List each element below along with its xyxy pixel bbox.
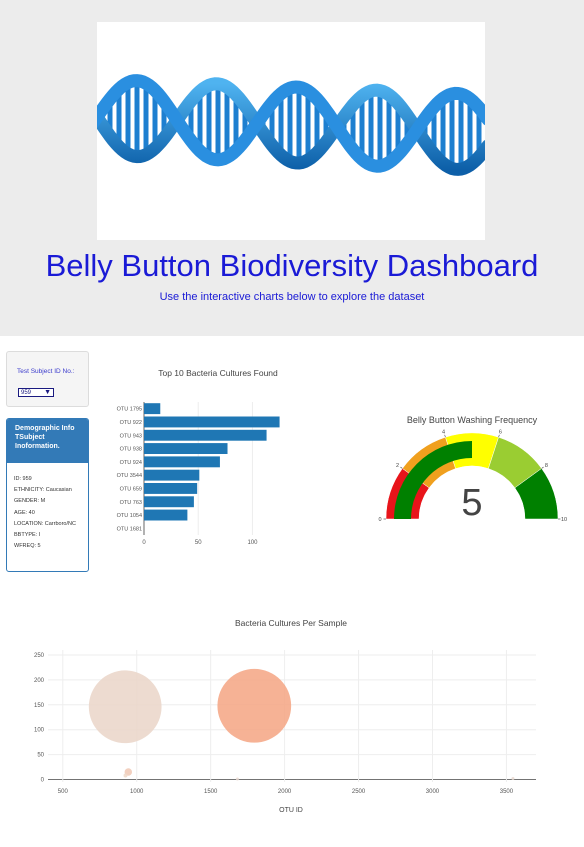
page-title: Belly Button Biodiversity Dashboard <box>45 248 539 283</box>
bar-category-label: OTU 659 <box>120 486 142 492</box>
bar-category-label: OTU 924 <box>120 460 142 466</box>
chevron-down-icon: ▼ <box>44 389 51 396</box>
bar-category-label: OTU 1054 <box>117 513 142 519</box>
bubble-xtick-label: 500 <box>58 789 69 795</box>
bar-rect <box>144 496 194 508</box>
bar-category-label: OTU 943 <box>120 433 142 439</box>
bubble-ytick-label: 50 <box>37 753 44 759</box>
bar-category-label: OTU 763 <box>120 500 142 506</box>
header-jumbotron: Belly Button Biodiversity Dashboard Use … <box>0 0 584 336</box>
bubble-chart: Bacteria Cultures Per Sample OTU ID 0 50 1… <box>34 618 536 814</box>
bubble-xtick-label: 3000 <box>426 789 440 795</box>
bubble-xtick-label: 2500 <box>352 789 366 795</box>
dna-helix-icon <box>97 74 485 176</box>
gauge-tick-label: 8 <box>545 463 548 469</box>
bar-rect <box>144 509 188 521</box>
dna-image <box>97 22 485 240</box>
bar-rect <box>144 456 220 468</box>
demographic-panel-body: ID: 959 ETHNICITY: Caucasian GENDER: M A… <box>14 476 88 554</box>
bubble-ytick-label: 0 <box>41 778 45 784</box>
gauge-tick-mark <box>444 434 446 438</box>
demo-line-ethnicity: ETHNICITY: Caucasian <box>14 487 72 494</box>
gauge-tick-label: 4 <box>442 430 445 436</box>
bar-rect <box>144 429 267 441</box>
gauge-tick-mark <box>541 466 544 469</box>
demographic-info-panel: Demographic Info TSubject Inoformation. … <box>6 418 89 572</box>
bar-xtick-label: 100 <box>247 540 258 546</box>
gauge-value-label: 5 <box>461 482 482 524</box>
bar-category-label: OTU 938 <box>120 447 142 453</box>
subject-select-panel: Test Subject ID No.: 959 ▼ <box>6 351 89 407</box>
bubble-ytick-label: 150 <box>34 703 45 709</box>
select-label: Test Subject ID No.: <box>17 368 75 375</box>
demo-line-bbtype: BBTYPE: I <box>14 531 41 538</box>
demo-line-age: AGE: 40 <box>14 509 35 516</box>
bubble-xtick-label: 1500 <box>204 789 218 795</box>
bubble-xtick-label: 3500 <box>500 789 514 795</box>
bar-category-label: OTU 1681 <box>117 526 142 532</box>
bar-rect <box>144 443 228 454</box>
bubble-point <box>123 773 128 778</box>
washing-frequency-gauge: Belly Button Washing Frequency 0 2 4 6 8 10 5 <box>378 415 567 524</box>
selected-subject-id: 959 <box>21 390 32 396</box>
demo-line-location: LOCATION: Carrboro/NC <box>14 520 76 527</box>
bubble-ytick-label: 250 <box>34 653 45 659</box>
bubble-point <box>235 777 239 781</box>
gauge-tick-label: 10 <box>561 517 567 523</box>
gauge-tick-mark <box>400 466 403 469</box>
bar-xtick-label: 0 <box>142 540 146 546</box>
bar-category-label: OTU 922 <box>120 420 142 426</box>
bubble-ytick-label: 200 <box>34 678 45 684</box>
bubble-point <box>217 668 292 743</box>
bar-chart-title: Top 10 Bacteria Cultures Found <box>158 368 278 378</box>
gauge-tick-label: 6 <box>499 430 502 436</box>
bar-category-label: OTU 1795 <box>117 407 142 413</box>
bubble-chart-title: Bacteria Cultures Per Sample <box>235 618 347 628</box>
demographic-panel-heading: Demographic Info TSubject Inoformation. <box>7 419 88 463</box>
bubble-point <box>88 670 162 744</box>
gauge-tick-label: 0 <box>378 517 381 523</box>
bar-category-label: OTU 3544 <box>117 473 142 479</box>
gauge-tick-label: 2 <box>396 463 399 469</box>
bar-rect <box>144 483 198 494</box>
subject-id-dropdown[interactable]: 959 ▼ <box>18 388 54 397</box>
demo-line-id: ID: 959 <box>14 476 32 482</box>
bar-rect <box>144 469 200 481</box>
bubble-ytick-label: 100 <box>34 728 45 734</box>
bubble-xtick-label: 2000 <box>278 789 292 795</box>
gauge-title: Belly Button Washing Frequency <box>407 415 538 425</box>
demo-line-gender: GENDER: M <box>14 498 46 505</box>
bar-rect <box>144 403 161 415</box>
top10-bar-chart: Top 10 Bacteria Cultures Found 0 50 100 OTU… <box>117 368 280 546</box>
page-subtitle: Use the interactive charts below to expl… <box>159 291 425 303</box>
demo-line-wfreq: WFREQ: 5 <box>14 543 41 550</box>
bubble-xtick-label: 1000 <box>130 789 144 795</box>
bubble-point <box>511 777 515 781</box>
bar-xtick-label: 50 <box>195 540 202 546</box>
bar-rect <box>144 416 280 428</box>
bubble-xaxis-label: OTU ID <box>279 807 303 814</box>
